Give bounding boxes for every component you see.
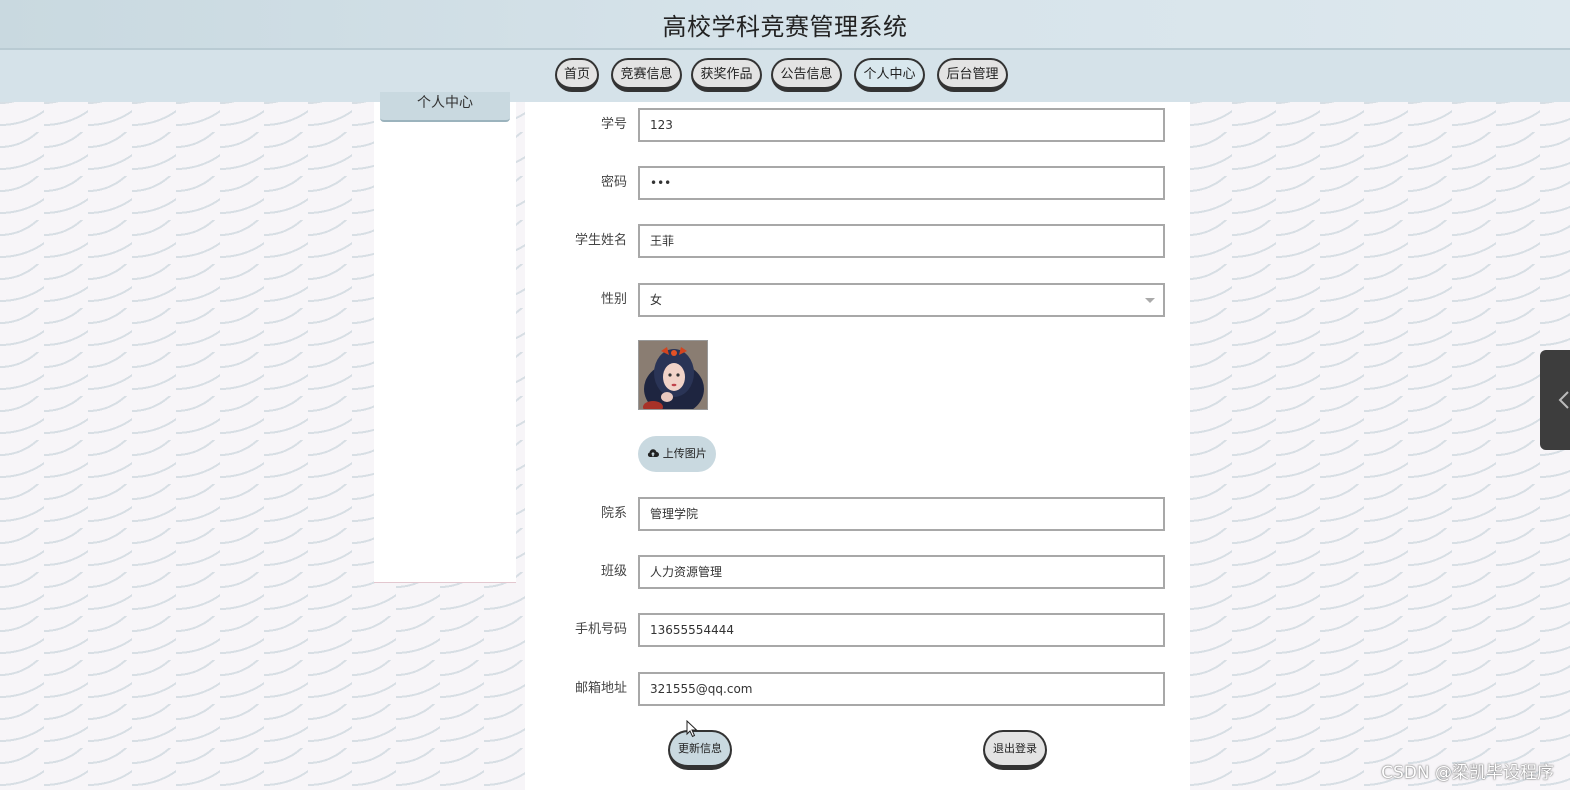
password-label: 密码 bbox=[600, 175, 627, 190]
sidebar-item-personal-center[interactable]: 个人中心 bbox=[380, 92, 510, 122]
main-nav: 首页 竞赛信息 获奖作品 公告信息 个人中心 后台管理 bbox=[0, 50, 1570, 102]
chevron-down-icon bbox=[1145, 298, 1155, 303]
upload-image-label: 上传图片 bbox=[662, 447, 707, 460]
password-input[interactable]: ••• bbox=[638, 166, 1165, 200]
nav-awarded-works[interactable]: 获奖作品 bbox=[691, 58, 762, 92]
cloud-upload-icon bbox=[647, 447, 663, 460]
nav-home[interactable]: 首页 bbox=[555, 58, 599, 92]
class-input[interactable]: 人力资源管理 bbox=[638, 555, 1165, 589]
update-info-button[interactable]: 更新信息 bbox=[668, 730, 732, 770]
gender-select[interactable]: 女 bbox=[638, 283, 1165, 317]
sidebar: 个人中心 bbox=[374, 92, 516, 583]
nav-announcements[interactable]: 公告信息 bbox=[771, 58, 842, 92]
email-input[interactable]: 321555@qq.com bbox=[638, 672, 1165, 706]
student-id-label: 学号 bbox=[600, 117, 627, 132]
row-phone: 手机号码 13655554444 bbox=[525, 613, 1190, 647]
profile-form: 学号 123 密码 ••• 学生姓名 王菲 性别 女 上传图片 院系 管理学院 … bbox=[525, 102, 1190, 790]
row-class: 班级 人力资源管理 bbox=[525, 555, 1190, 589]
row-name: 学生姓名 王菲 bbox=[525, 224, 1190, 258]
phone-label: 手机号码 bbox=[574, 622, 627, 637]
row-email: 邮箱地址 321555@qq.com bbox=[525, 672, 1190, 706]
name-label: 学生姓名 bbox=[574, 233, 627, 248]
gender-label: 性别 bbox=[600, 292, 627, 307]
nav-personal-center[interactable]: 个人中心 bbox=[854, 58, 925, 92]
row-gender: 性别 女 bbox=[525, 283, 1190, 317]
phone-input[interactable]: 13655554444 bbox=[638, 613, 1165, 647]
gender-value: 女 bbox=[650, 293, 663, 307]
department-input[interactable]: 管理学院 bbox=[638, 497, 1165, 531]
mouse-cursor-icon bbox=[686, 719, 698, 742]
name-input[interactable]: 王菲 bbox=[638, 224, 1165, 258]
row-password: 密码 ••• bbox=[525, 166, 1190, 200]
side-drawer-handle[interactable] bbox=[1540, 350, 1570, 450]
nav-admin[interactable]: 后台管理 bbox=[937, 58, 1008, 92]
class-label: 班级 bbox=[600, 564, 627, 579]
student-id-input[interactable]: 123 bbox=[638, 108, 1165, 142]
chevron-left-icon bbox=[1558, 391, 1569, 409]
site-title: 高校学科竞赛管理系统 bbox=[662, 13, 908, 41]
watermark: CSDN @梁凯毕设程序 bbox=[1381, 763, 1554, 783]
email-label: 邮箱地址 bbox=[574, 681, 627, 696]
logout-button[interactable]: 退出登录 bbox=[983, 730, 1047, 770]
row-student-id: 学号 123 bbox=[525, 108, 1190, 142]
nav-competitions[interactable]: 竞赛信息 bbox=[611, 58, 682, 92]
avatar-image bbox=[639, 341, 707, 409]
row-department: 院系 管理学院 bbox=[525, 497, 1190, 531]
avatar bbox=[638, 340, 708, 410]
department-label: 院系 bbox=[600, 506, 627, 521]
top-header: 高校学科竞赛管理系统 bbox=[0, 0, 1570, 50]
upload-image-button[interactable]: 上传图片 bbox=[638, 436, 716, 472]
